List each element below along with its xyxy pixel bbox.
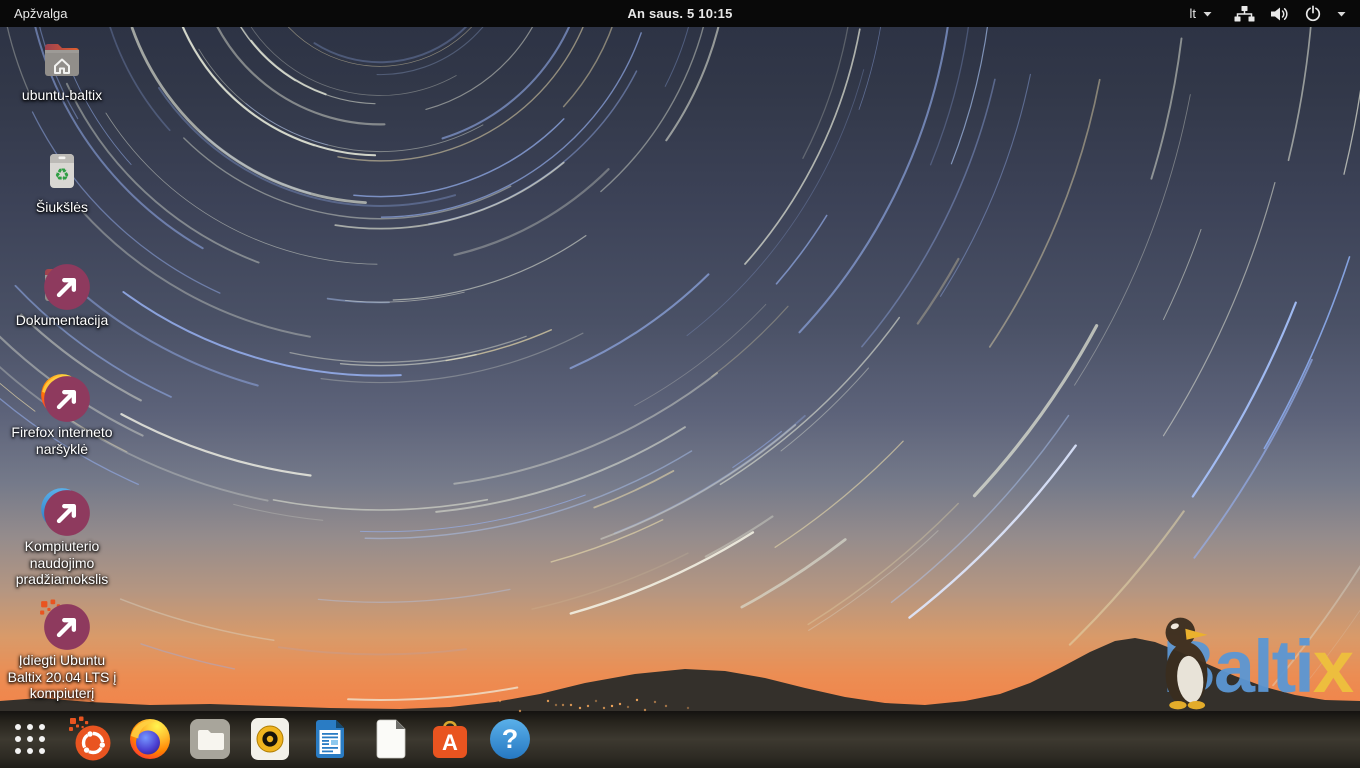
desktop-icon-documentation[interactable]: Dokumentacija bbox=[6, 259, 118, 329]
top-bar: Apžvalga An saus. 5 10:15 lt bbox=[0, 0, 1360, 27]
writer-document-icon bbox=[307, 716, 353, 762]
desktop-icon-label: Įdiegti Ubuntu Baltix 20.04 LTS į kompiu… bbox=[6, 652, 118, 702]
volume-icon bbox=[1270, 6, 1289, 22]
question-mark-glyph: ? bbox=[502, 724, 519, 754]
recycle-glyph: ♻ bbox=[54, 166, 69, 186]
rhythmbox-speaker-icon bbox=[247, 716, 293, 762]
clock[interactable]: An saus. 5 10:15 bbox=[627, 0, 732, 27]
ubuntu-installer-icon bbox=[67, 716, 113, 762]
desktop-icon-help-primer[interactable]: ? Kompiuterio naudojimo pradžiamokslis bbox=[6, 485, 118, 588]
firefox-icon bbox=[127, 716, 173, 762]
top-bar-indicators: lt bbox=[1190, 0, 1360, 27]
dock-item-help[interactable]: ? bbox=[487, 716, 533, 762]
keyboard-layout-indicator[interactable]: lt bbox=[1190, 0, 1213, 27]
chevron-down-icon bbox=[1203, 11, 1212, 17]
symlink-badge-icon bbox=[43, 603, 91, 651]
desktop-icon-label: Firefox interneto naršyklė bbox=[6, 424, 118, 457]
desktop-icon-label: Kompiuterio naudojimo pradžiamokslis bbox=[6, 538, 118, 588]
desktop-icon-label: ubuntu-baltix bbox=[22, 87, 102, 104]
symlink-badge-icon bbox=[43, 375, 91, 423]
desktop-icon-label: Dokumentacija bbox=[16, 312, 109, 329]
software-letter-glyph: A bbox=[442, 730, 458, 755]
activities-button[interactable]: Apžvalga bbox=[0, 0, 81, 27]
desktop-icon-home[interactable]: ubuntu-baltix bbox=[6, 34, 118, 104]
keyboard-layout-label: lt bbox=[1190, 6, 1197, 21]
app-grid-icon bbox=[14, 723, 46, 755]
dock-item-libreoffice-writer[interactable] bbox=[307, 716, 353, 762]
dock-item-rhythmbox[interactable] bbox=[247, 716, 293, 762]
desktop-icon-firefox[interactable]: Firefox interneto naršyklė bbox=[6, 371, 118, 457]
dock: A ? bbox=[7, 715, 533, 763]
symlink-badge-icon bbox=[43, 489, 91, 537]
home-folder-icon bbox=[38, 34, 86, 82]
wallpaper bbox=[0, 0, 1360, 768]
libreoffice-document-icon bbox=[367, 716, 413, 762]
dock-item-firefox[interactable] bbox=[127, 716, 173, 762]
desktop-icon-trash[interactable]: ♻ Šiukšlės bbox=[6, 146, 118, 216]
power-icon bbox=[1304, 5, 1322, 23]
clock-label: An saus. 5 10:15 bbox=[627, 6, 732, 21]
dock-item-files[interactable] bbox=[187, 716, 233, 762]
activities-label: Apžvalga bbox=[14, 6, 67, 21]
desktop-icon-label: Šiukšlės bbox=[36, 199, 88, 216]
network-wired-icon bbox=[1234, 5, 1255, 22]
software-bag-icon: A bbox=[427, 716, 473, 762]
dock-item-show-applications[interactable] bbox=[7, 716, 53, 762]
dock-item-libreoffice[interactable] bbox=[367, 716, 413, 762]
chevron-down-icon bbox=[1337, 11, 1346, 17]
symlink-badge-icon bbox=[43, 263, 91, 311]
dock-item-ubuntu-software[interactable]: A bbox=[427, 716, 473, 762]
help-question-icon: ? bbox=[487, 716, 533, 762]
system-menu[interactable] bbox=[1234, 0, 1346, 27]
desktop-icon-installer[interactable]: Įdiegti Ubuntu Baltix 20.04 LTS į kompiu… bbox=[6, 599, 118, 702]
dock-item-ubuntu-baltix-installer[interactable] bbox=[67, 716, 113, 762]
trash-icon: ♻ bbox=[38, 146, 86, 194]
files-folder-icon bbox=[187, 716, 233, 762]
